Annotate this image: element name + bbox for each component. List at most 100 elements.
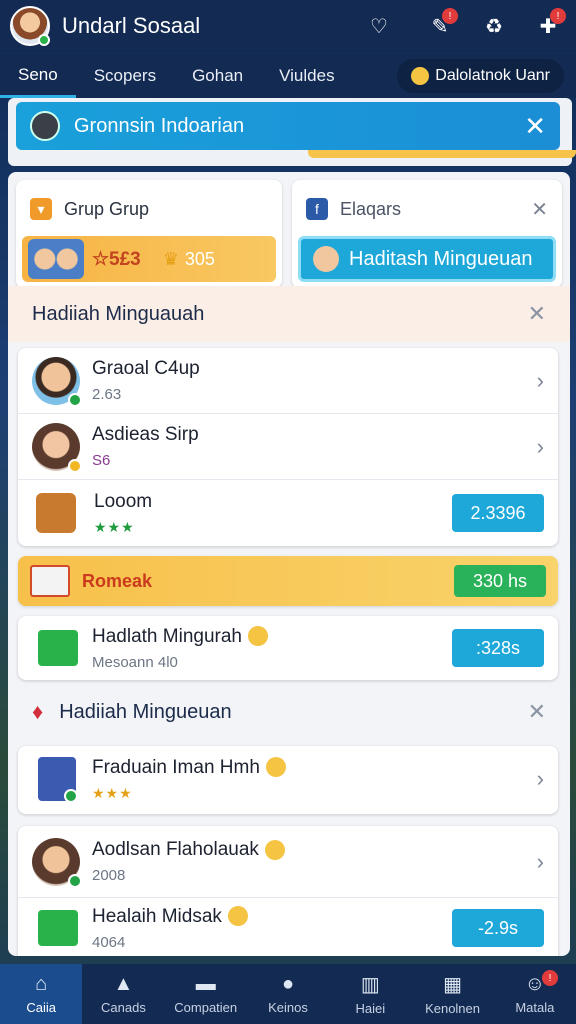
smiley-icon: [411, 67, 430, 85]
tab-gohan[interactable]: Gohan: [174, 54, 261, 98]
promo-icon: [30, 565, 70, 597]
hadiah-button[interactable]: Haditash Mingueuan: [298, 236, 556, 282]
puzzle-icon[interactable]: ✚!: [528, 6, 568, 46]
crown-icon: ♛: [162, 248, 179, 269]
group-stats-strip[interactable]: ☆5£3 ♛ 305: [22, 236, 276, 282]
hadiah-button-label: Haditash Mingueuan: [349, 247, 533, 270]
reward-avatar-icon: [313, 246, 339, 272]
section-header-weekly-2: ♦ Hadiiah Mingueuan ✕: [8, 684, 570, 740]
tab-chip-label: Dalolatnok Uanr: [435, 67, 550, 84]
avatar: [32, 356, 82, 407]
heart-icon[interactable]: ♡: [370, 14, 388, 39]
value-pill[interactable]: -2.9s: [452, 909, 544, 947]
facebook-icon: f: [306, 198, 328, 220]
app-title: Undarl Sosaal: [62, 13, 201, 38]
grid-icon: ▦: [443, 974, 462, 996]
item-title: Fraduain Iman Hmh: [92, 757, 286, 779]
section-title: Hadiiah Mingueuan: [59, 700, 232, 723]
bars-icon: ▥: [360, 974, 380, 996]
reward-list: Graoal C4up 2.63 › Asdieas Sirp S6 › Loo…: [18, 348, 558, 546]
smiley-icon: [247, 626, 268, 647]
section-title: Hadiiah Minguauah: [32, 302, 205, 325]
elaqars-title: Elaqars: [340, 198, 402, 219]
nav-label: Matala: [515, 1000, 555, 1015]
item-subtitle: 4064: [92, 933, 126, 951]
reward-list-3: Aodlsan Flaholauak 2008 › Healaih Midsak…: [18, 826, 558, 956]
smiley-icon: [265, 757, 286, 778]
list-item[interactable]: Aodlsan Flaholauak 2008 ›: [18, 826, 558, 898]
chevron-right-icon[interactable]: ›: [537, 849, 544, 875]
nav-item-haiei[interactable]: ▥ Haiei: [329, 964, 411, 1024]
item-title: Aodlsan Flaholauak: [92, 839, 285, 861]
item-title: Looom: [94, 490, 153, 512]
notification-badge: !: [541, 970, 558, 986]
book-icon: [38, 757, 78, 803]
chevron-right-icon[interactable]: ›: [537, 368, 544, 394]
tab-scopers[interactable]: Scopers: [76, 54, 174, 98]
close-icon[interactable]: ✕: [524, 111, 546, 142]
banner-title: Gronnsin Indoarian: [74, 114, 245, 137]
nav-item-caiia[interactable]: ⌂ Caiia: [0, 964, 83, 1024]
recycle-icon[interactable]: ♻: [474, 6, 514, 46]
close-icon[interactable]: ✕: [531, 197, 548, 222]
nav-label: Canads: [101, 1000, 146, 1015]
avatar: [32, 837, 82, 888]
group-card[interactable]: ▾ Grup Grup ☆5£3 ♛ 305: [16, 180, 282, 288]
group-faces-image: [28, 239, 84, 279]
close-icon[interactable]: ✕: [528, 699, 546, 725]
banner-avatar: [30, 111, 60, 141]
item-title: Graoal C4up: [92, 358, 200, 379]
chevron-right-icon[interactable]: ›: [537, 434, 544, 460]
list-item[interactable]: Looom ★★★ 2.3396: [18, 480, 558, 546]
nav-label: Kenolnen: [425, 1001, 481, 1016]
item-subtitle: Mesoann 4l0: [92, 653, 178, 671]
notification-badge: !: [550, 8, 566, 24]
tab-bar: Seno Scopers Gohan Viuldes Dalolatnok Ua…: [0, 54, 576, 98]
announcement-banner[interactable]: Gronnsin Indoarian ✕: [16, 102, 560, 150]
bottom-nav: ⌂ Caiia ▲ Canads ▬ Compatien ● Keinos ▥ …: [0, 964, 576, 1024]
banner-container: Gronnsin Indoarian ✕: [8, 98, 576, 166]
rating-stars: ★★★: [92, 784, 133, 801]
nav-item-kenolnen[interactable]: ▦ Kenolnen: [411, 964, 493, 1024]
nav-label: Keinos: [268, 1000, 308, 1015]
list-item[interactable]: Fraduain Iman Hmh ★★★ ›: [18, 746, 558, 812]
value-pill[interactable]: :328s: [452, 629, 544, 667]
close-icon[interactable]: ✕: [528, 301, 546, 327]
group-stat-2: 305: [184, 248, 215, 269]
group-icon: ▾: [30, 198, 52, 220]
notification-badge: !: [442, 8, 458, 24]
tab-chip[interactable]: Dalolatnok Uanr: [397, 59, 564, 93]
promo-strip[interactable]: Romeak 330 hs: [18, 556, 558, 606]
item-title: Hadlath Mingurah: [92, 626, 268, 648]
rating-stars: ★★★: [94, 518, 135, 535]
feather-icon[interactable]: ✎!: [420, 6, 460, 46]
nav-label: Caiia: [26, 1000, 56, 1015]
list-item[interactable]: Healaih Midsak 4064 -2.9s: [18, 898, 558, 956]
promo-title: Romeak: [82, 570, 153, 591]
tab-viuldes[interactable]: Viuldes: [261, 54, 352, 98]
avatar: [32, 422, 82, 473]
group-card-title: Grup Grup: [64, 198, 150, 219]
nav-item-keinos[interactable]: ● Keinos: [247, 964, 329, 1024]
item-title: Asdieas Sirp: [92, 424, 199, 445]
nav-label: Compatien: [174, 1000, 238, 1015]
smiley-icon: [264, 839, 285, 860]
nav-item-compatien[interactable]: ▬ Compatien: [165, 964, 247, 1024]
section-header-weekly: Hadiiah Minguauah ✕: [8, 286, 570, 342]
elaqars-card[interactable]: f Elaqars ✕ Haditash Mingueuan: [292, 180, 562, 288]
nav-item-canads[interactable]: ▲ Canads: [82, 964, 164, 1024]
list-item[interactable]: Graoal C4up 2.63 ›: [18, 348, 558, 414]
chevron-right-icon[interactable]: ›: [537, 766, 544, 792]
task-card[interactable]: Hadlath Mingurah Mesoann 4l0 :328s: [18, 616, 558, 680]
nav-item-matala[interactable]: ☺ Matala !: [494, 964, 576, 1024]
main-panel: ▾ Grup Grup ☆5£3 ♛ 305 f Elaqars ✕ Hadit…: [8, 172, 570, 956]
tab-seno[interactable]: Seno: [0, 54, 76, 98]
item-subtitle: S6: [92, 452, 111, 469]
checkmark-icon: [38, 630, 78, 666]
promo-pill[interactable]: 330 hs: [454, 565, 546, 597]
list-item[interactable]: Asdieas Sirp S6 ›: [18, 414, 558, 480]
banner-accent-strip: [308, 150, 576, 158]
item-title: Healaih Midsak: [92, 906, 248, 928]
value-pill[interactable]: 2.3396: [452, 494, 544, 532]
profile-avatar[interactable]: [10, 6, 50, 46]
